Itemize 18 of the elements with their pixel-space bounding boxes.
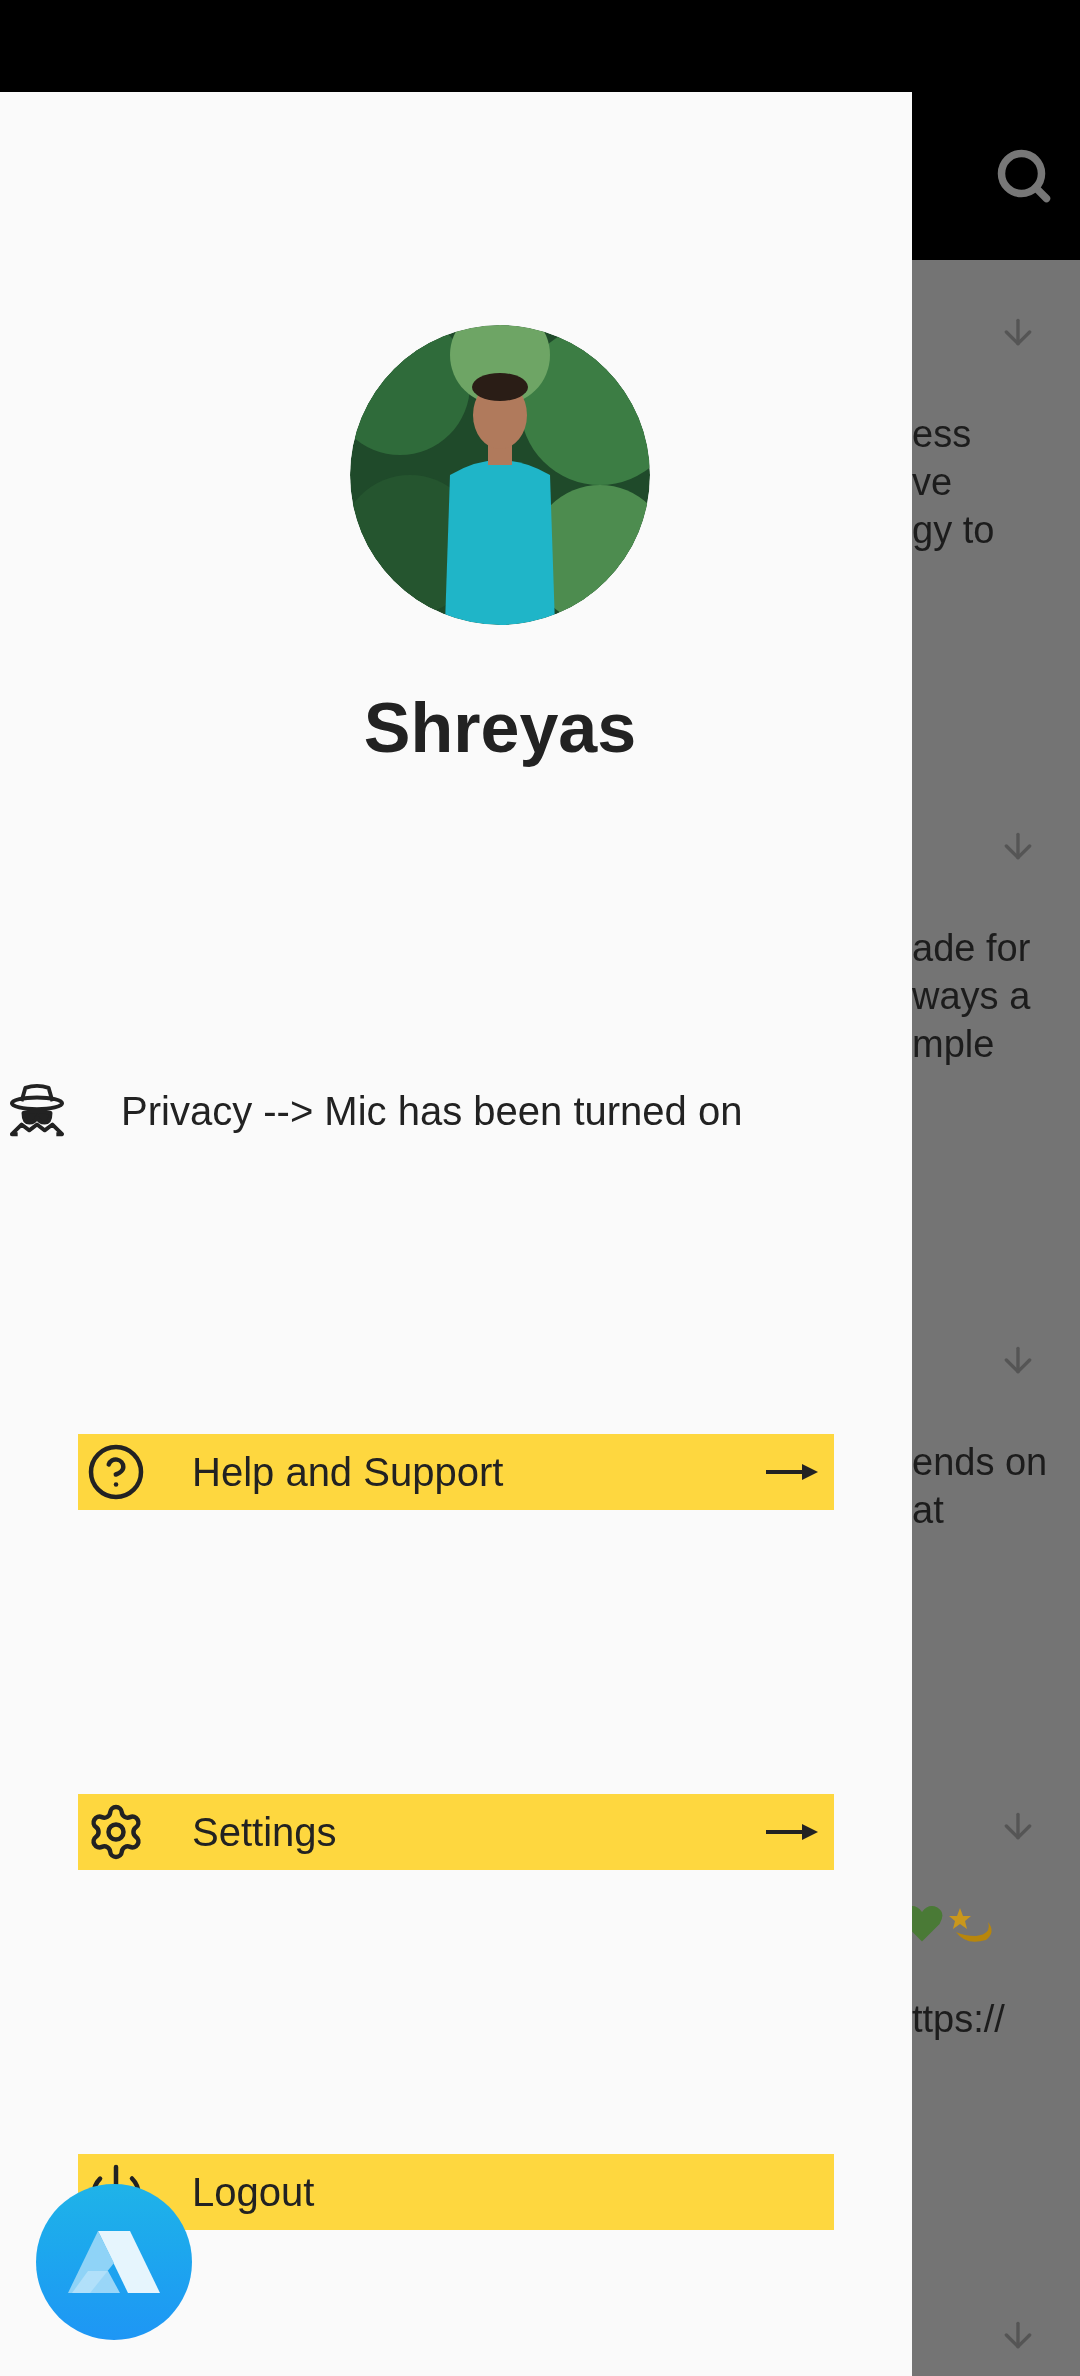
logo-icon <box>68 2231 160 2293</box>
post-text: gy to <box>912 508 996 553</box>
help-icon <box>86 1442 146 1502</box>
post-text: ways a <box>912 974 1032 1019</box>
menu-item[interactable]: Logout <box>78 2154 834 2230</box>
post-text: ade for <box>912 926 1032 971</box>
post-text: ends on <box>912 1440 1049 1485</box>
post-text: mple <box>912 1022 996 1067</box>
post-text: ve <box>912 460 954 505</box>
heart-icon <box>912 1904 944 1944</box>
menu-item[interactable]: Settings <box>78 1794 834 1870</box>
post-text: at <box>912 1488 945 1533</box>
profile-name: Shreyas <box>363 688 637 769</box>
post-text: ess <box>912 412 973 457</box>
post-text: ttps:// <box>912 1997 1006 2042</box>
menu-item[interactable]: Help and Support <box>78 1434 834 1510</box>
spy-icon <box>8 1083 66 1139</box>
privacy-notice: Privacy --> Mic has been turned on <box>121 1088 743 1135</box>
